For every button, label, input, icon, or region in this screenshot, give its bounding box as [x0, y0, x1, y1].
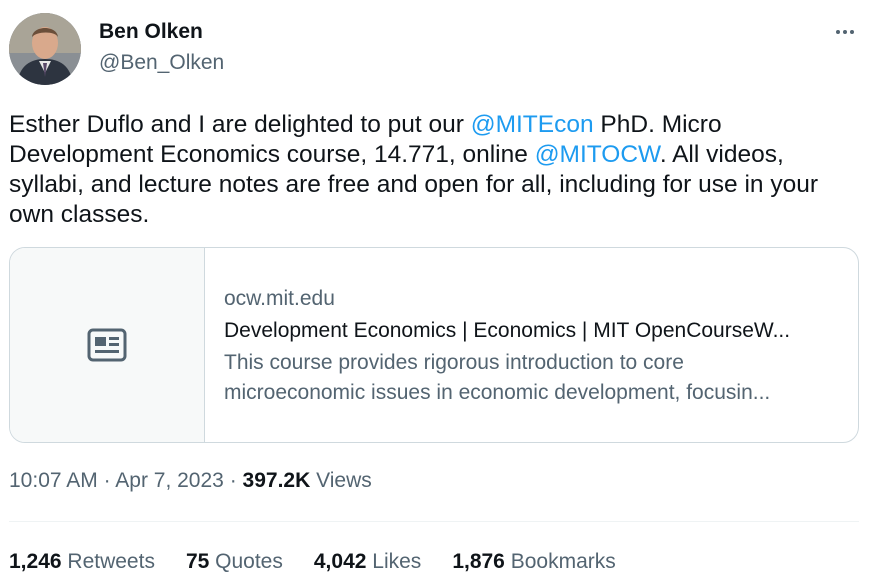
- views-count: 397.2K: [242, 469, 311, 492]
- more-dot: [843, 30, 847, 34]
- card-description-line: microeconomic issues in economic develop…: [224, 381, 771, 404]
- retweets-stat[interactable]: 1,246 Retweets: [9, 550, 155, 574]
- avatar-photo: [9, 13, 81, 85]
- card-thumbnail: [10, 248, 205, 442]
- likes-count: 4,042: [313, 550, 367, 573]
- link-card[interactable]: ocw.mit.edu Development Economics | Econ…: [9, 247, 859, 443]
- bookmarks-count: 1,876: [452, 550, 505, 573]
- likes-stat[interactable]: 4,042 Likes: [314, 550, 421, 574]
- retweets-label: Retweets: [67, 550, 155, 573]
- likes-label: Likes: [372, 550, 422, 573]
- avatar[interactable]: [9, 13, 81, 85]
- mention-mitocw[interactable]: @MITOCW: [535, 141, 660, 168]
- quotes-stat[interactable]: 75 Quotes: [186, 550, 283, 574]
- mention-mitecon[interactable]: @MITEcon: [471, 111, 594, 138]
- more-dot: [836, 30, 840, 34]
- engagement-stats: 1,246 Retweets 75 Quotes 4,042 Likes 1,8…: [9, 550, 647, 574]
- card-domain: ocw.mit.edu: [224, 287, 335, 310]
- meta-separator: ·: [229, 469, 237, 492]
- retweets-count: 1,246: [9, 550, 62, 573]
- tweet-text-segment: Esther Duflo and I are delighted to put …: [9, 111, 471, 138]
- tweet-date[interactable]: Apr 7, 2023: [115, 469, 224, 492]
- meta-separator: ·: [103, 469, 111, 492]
- quotes-label: Quotes: [215, 550, 283, 573]
- bookmarks-label: Bookmarks: [510, 550, 616, 573]
- tweet-text: Esther Duflo and I are delighted to put …: [9, 110, 859, 230]
- card-body: ocw.mit.edu Development Economics | Econ…: [205, 248, 858, 442]
- tweet-meta: 10:07 AM · Apr 7, 2023 · 397.2K Views: [9, 469, 372, 493]
- views-label: Views: [316, 469, 372, 492]
- more-dot: [850, 30, 854, 34]
- more-options-icon[interactable]: [831, 20, 859, 44]
- tweet-time[interactable]: 10:07 AM: [9, 469, 98, 492]
- author-name[interactable]: Ben Olken: [99, 20, 203, 44]
- divider: [9, 521, 859, 522]
- quotes-count: 75: [185, 550, 210, 573]
- card-description-line: This course provides rigorous introducti…: [224, 351, 684, 374]
- bookmarks-stat[interactable]: 1,876 Bookmarks: [452, 550, 615, 574]
- article-icon: [87, 328, 127, 362]
- author-handle[interactable]: @Ben_Olken: [99, 51, 224, 75]
- card-title: Development Economics | Economics | MIT …: [224, 319, 791, 342]
